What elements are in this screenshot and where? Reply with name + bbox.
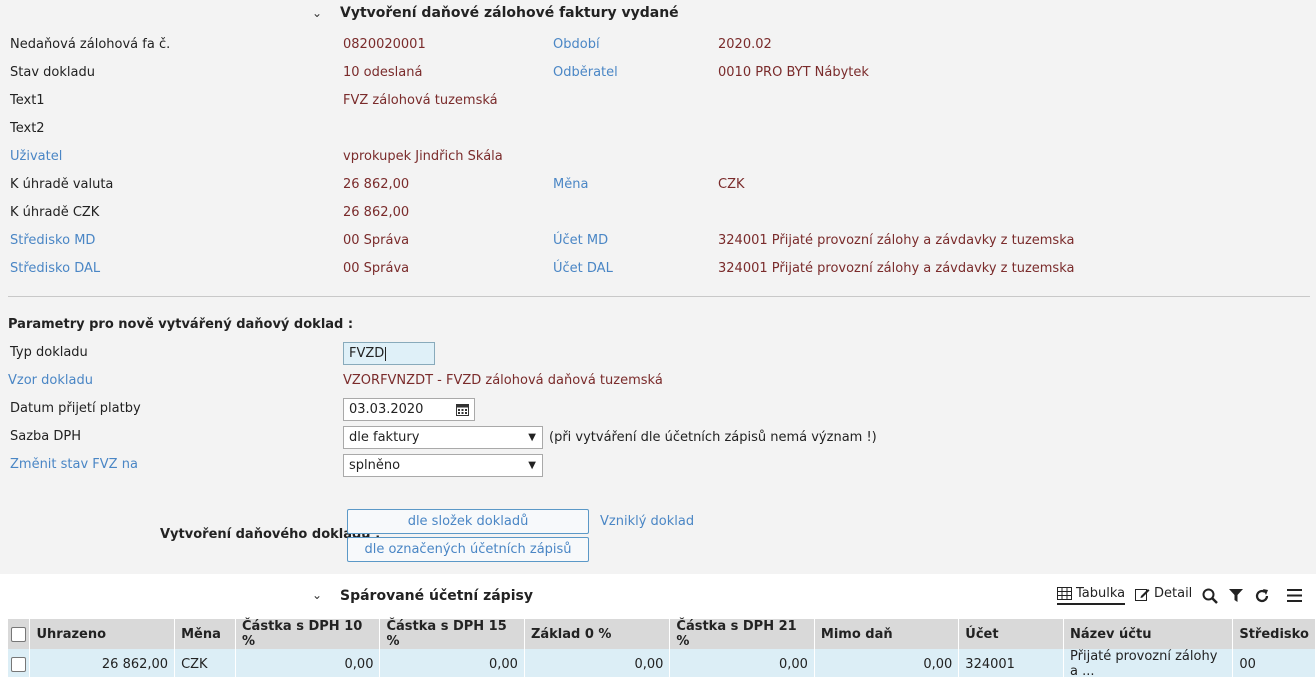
table-cell: 324001 — [958, 649, 1065, 677]
table-cell: 0,00 — [379, 649, 525, 677]
vznikly-doklad-link[interactable]: Vzniklý doklad — [600, 514, 694, 529]
dle-slozek-button[interactable]: dle složek dokladů — [347, 509, 589, 534]
paired-table: Uhrazeno Měna Částka s DPH 10 % Částka s DP… — [8, 619, 1316, 677]
info-label: K úhradě valuta — [10, 177, 114, 192]
typ-dokladu-input[interactable]: FVZD — [343, 342, 435, 365]
menu-icon[interactable] — [1287, 589, 1302, 602]
info-label: Text2 — [10, 121, 45, 136]
dropdown-arrow-icon: ▼ — [528, 432, 536, 443]
info-label: Stav dokladu — [10, 65, 95, 80]
info-value: 324001 Přijaté provozní zálohy a závdavk… — [718, 233, 1075, 248]
info-label: K úhradě CZK — [10, 205, 100, 220]
vzor-dokladu-value: VZORFVNZDT - FVZD zálohová daňová tuzems… — [343, 373, 663, 388]
row-checkbox-cell — [8, 649, 31, 677]
table-cell: 26 862,00 — [29, 649, 176, 677]
column-header[interactable]: Částka s DPH 10 % — [235, 619, 381, 649]
tab-tabulka-label: Tabulka — [1076, 586, 1126, 601]
search-icon[interactable] — [1202, 588, 1218, 604]
table-cell: CZK — [174, 649, 237, 677]
vzor-dokladu-label[interactable]: Vzor dokladu — [8, 373, 93, 388]
column-header[interactable]: Měna — [174, 619, 237, 649]
column-header[interactable]: Základ 0 % — [524, 619, 671, 649]
info-value: 0820020001 — [343, 37, 426, 52]
info-label[interactable]: Účet MD — [553, 233, 608, 248]
section-title: Vytvoření daňové zálohové faktury vydané — [340, 5, 679, 21]
tab-tabulka[interactable]: Tabulka — [1057, 586, 1126, 605]
info-value: 10 odeslaná — [343, 65, 423, 80]
column-header[interactable]: Účet — [958, 619, 1065, 649]
table-icon — [1057, 587, 1072, 600]
paired-title: Spárované účetní zápisy — [340, 588, 533, 604]
divider — [8, 296, 1310, 297]
tab-detail-label: Detail — [1154, 586, 1193, 601]
zmenit-stav-label[interactable]: Změnit stav FVZ na — [10, 457, 138, 472]
tab-detail[interactable]: Detail — [1135, 586, 1192, 601]
info-label[interactable]: Středisko MD — [10, 233, 95, 248]
column-header[interactable]: Středisko — [1232, 619, 1316, 649]
dle-zapisu-button[interactable]: dle označených účetních zápisů — [347, 537, 589, 562]
table-row[interactable]: 26 862,00 CZK 0,00 0,00 0,00 0,00 0,00 324001 Př… — [8, 649, 1316, 677]
info-value: 26 862,00 — [343, 177, 410, 192]
table-cell: 0,00 — [814, 649, 960, 677]
typ-dokladu-label: Typ dokladu — [10, 345, 88, 360]
datum-value: 03.03.2020 — [349, 402, 424, 417]
table-cell: 00 — [1232, 649, 1316, 677]
info-label[interactable]: Odběratel — [553, 65, 618, 80]
sazba-note: (při vytváření dle účetních zápisů nemá … — [549, 430, 877, 445]
info-value: 324001 Přijaté provozní zálohy a závdavk… — [718, 261, 1075, 276]
chevron-down-icon[interactable]: ⌄ — [312, 6, 322, 20]
edit-icon — [1135, 588, 1150, 601]
column-header[interactable]: Mimo daň — [814, 619, 960, 649]
table-cell: 0,00 — [524, 649, 671, 677]
column-header[interactable]: Částka s DPH 15 % — [379, 619, 525, 649]
info-value: 2020.02 — [718, 37, 772, 52]
table-header-row: Uhrazeno Měna Částka s DPH 10 % Částka s DP… — [8, 619, 1316, 649]
chevron-down-icon[interactable]: ⌄ — [312, 588, 322, 602]
info-label[interactable]: Středisko DAL — [10, 261, 100, 276]
datum-input[interactable]: 03.03.2020 — [343, 398, 475, 421]
column-header[interactable]: Částka s DPH 21 % — [669, 619, 815, 649]
info-label[interactable]: Měna — [553, 177, 588, 192]
info-value: FVZ zálohová tuzemská — [343, 93, 498, 108]
info-label: Text1 — [10, 93, 45, 108]
info-value: CZK — [718, 177, 745, 192]
sazba-value: dle faktury — [349, 430, 420, 445]
info-value: 00 Správa — [343, 261, 410, 276]
info-value: 26 862,00 — [343, 205, 410, 220]
datum-label: Datum přijetí platby — [10, 401, 141, 416]
info-label[interactable]: Období — [553, 37, 600, 52]
info-value: vprokupek Jindřich Skála — [343, 149, 503, 164]
table-cell: 0,00 — [235, 649, 381, 677]
info-value: 00 Správa — [343, 233, 410, 248]
refresh-icon[interactable] — [1254, 588, 1270, 604]
typ-dokladu-value: FVZD — [349, 346, 385, 361]
select-all-checkbox[interactable] — [11, 626, 26, 642]
column-header[interactable]: Uhrazeno — [29, 619, 176, 649]
calendar-icon[interactable] — [456, 403, 469, 416]
sazba-select[interactable]: dle faktury ▼ — [343, 426, 543, 449]
info-value: 0010 PRO BYT Nábytek — [718, 65, 869, 80]
sazba-label: Sazba DPH — [10, 429, 82, 444]
dropdown-arrow-icon: ▼ — [528, 460, 536, 471]
params-title: Parametry pro nově vytvářený daňový dokl… — [8, 317, 354, 332]
select-all-checkbox-cell — [8, 619, 31, 649]
zmenit-stav-select[interactable]: splněno ▼ — [343, 454, 543, 477]
column-header[interactable]: Název účtu — [1063, 619, 1234, 649]
filter-icon[interactable] — [1229, 589, 1243, 603]
info-label[interactable]: Uživatel — [10, 149, 62, 164]
zmenit-stav-value: splněno — [349, 458, 401, 473]
info-label: Nedaňová zálohová fa č. — [10, 37, 171, 52]
table-cell: 0,00 — [669, 649, 815, 677]
info-label[interactable]: Účet DAL — [553, 261, 613, 276]
table-cell: Přijaté provozní zálohy a ... — [1063, 649, 1234, 677]
row-checkbox[interactable] — [11, 656, 26, 672]
